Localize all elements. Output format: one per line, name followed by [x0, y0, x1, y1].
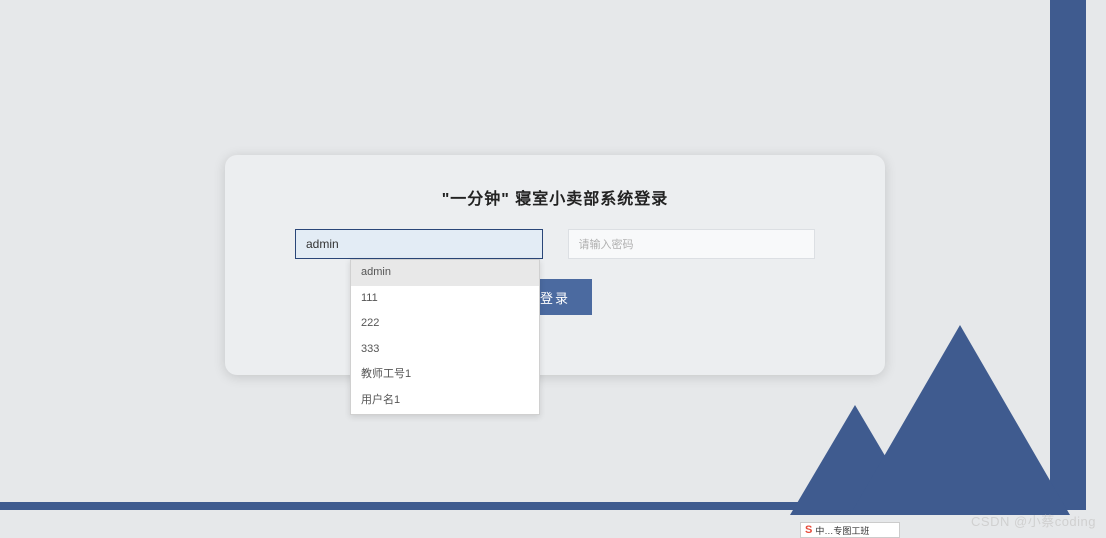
badge-text: 中…专图工班 [815, 524, 869, 537]
password-wrapper [568, 229, 816, 259]
login-card: "一分钟" 寝室小卖部系统登录 admin 111 222 333 教师工号1 … [225, 155, 885, 375]
login-title: "一分钟" 寝室小卖部系统登录 [295, 185, 815, 209]
dropdown-item[interactable]: 333 [351, 337, 539, 363]
bottom-badge: 中…专图工班 [800, 522, 900, 538]
dropdown-item[interactable]: 111 [351, 286, 539, 312]
username-wrapper: admin 111 222 333 教师工号1 用户名1 [295, 229, 543, 259]
username-input[interactable] [295, 229, 543, 259]
dropdown-item[interactable]: admin [351, 260, 539, 286]
autocomplete-dropdown: admin 111 222 333 教师工号1 用户名1 [350, 259, 540, 415]
password-input[interactable] [568, 229, 816, 259]
watermark: CSDN @小蔡coding [971, 511, 1096, 530]
input-row: admin 111 222 333 教师工号1 用户名1 [295, 229, 815, 259]
dropdown-item[interactable]: 教师工号1 [351, 362, 539, 388]
decorative-triangle-large [850, 325, 1070, 515]
dropdown-item[interactable]: 用户名1 [351, 388, 539, 414]
dropdown-item[interactable]: 222 [351, 311, 539, 337]
